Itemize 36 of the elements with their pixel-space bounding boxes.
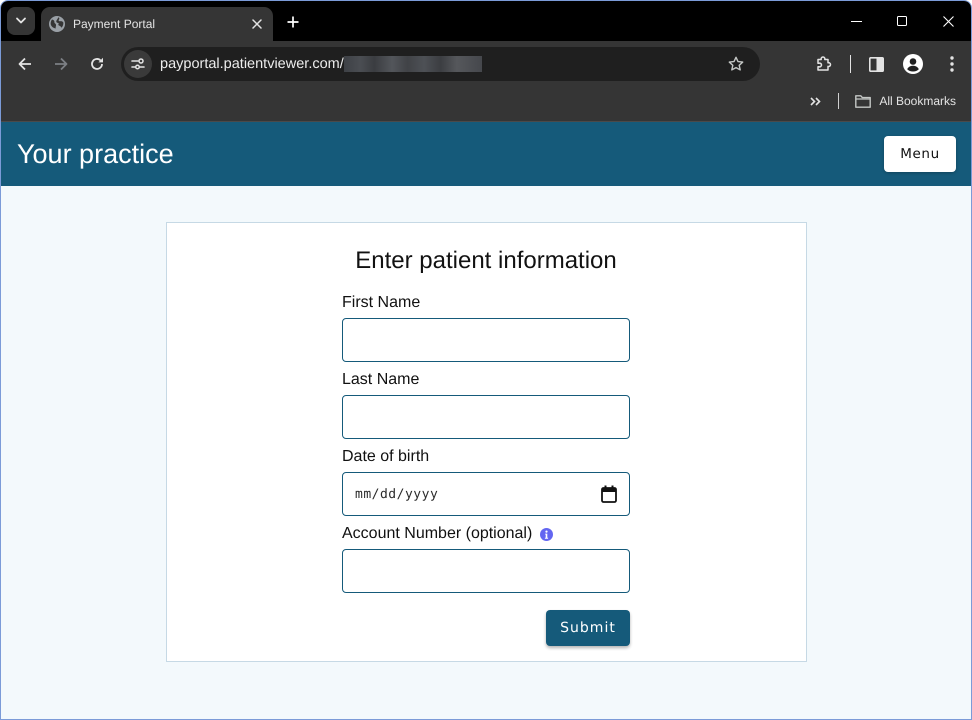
date-field[interactable]: mm/dd/yyyy [342,472,630,516]
form-title: Enter patient information [354,247,618,275]
sliders-icon [131,58,145,70]
menu-button[interactable]: Menu [884,136,956,172]
input-field[interactable] [342,549,630,593]
close-icon[interactable] [252,19,262,29]
field-label: Date of birth [342,447,430,467]
globe-icon [49,16,65,32]
chevron-down-icon [15,17,27,25]
side-panel-icon[interactable] [869,56,884,72]
star-icon[interactable] [728,56,744,72]
input-field[interactable] [342,318,630,362]
input-field[interactable] [342,395,630,439]
minimize-icon[interactable] [850,20,862,22]
maximize-icon[interactable] [897,16,907,26]
avatar-icon[interactable] [903,54,923,74]
tab-search-button[interactable] [7,7,35,35]
bookmarks-folder-button[interactable]: All Bookmarks [855,94,956,108]
kebab-menu-icon[interactable] [950,56,954,72]
field-label: Last Name [342,370,420,390]
field-label: Account Number (optional) [342,524,532,544]
puzzle-piece-icon[interactable] [816,56,832,72]
folder-icon [855,94,872,108]
field-label: First Name [342,293,420,313]
submit-button[interactable]: Submit [546,610,630,646]
double-chevron-icon[interactable] [810,96,822,106]
site-title: Your practice [17,138,174,170]
reload-icon[interactable] [90,57,104,71]
site-info-button[interactable] [124,50,152,78]
arrow-left-icon[interactable] [18,57,32,71]
plus-icon[interactable] [287,16,299,28]
calendar-icon[interactable] [601,485,617,503]
address-bar[interactable]: payportal.patientviewer.com/ [121,47,760,81]
url-text: payportal.patientviewer.com/ [160,56,344,72]
info-icon[interactable] [540,528,554,540]
browser-tab[interactable]: Payment Portal [41,7,273,41]
